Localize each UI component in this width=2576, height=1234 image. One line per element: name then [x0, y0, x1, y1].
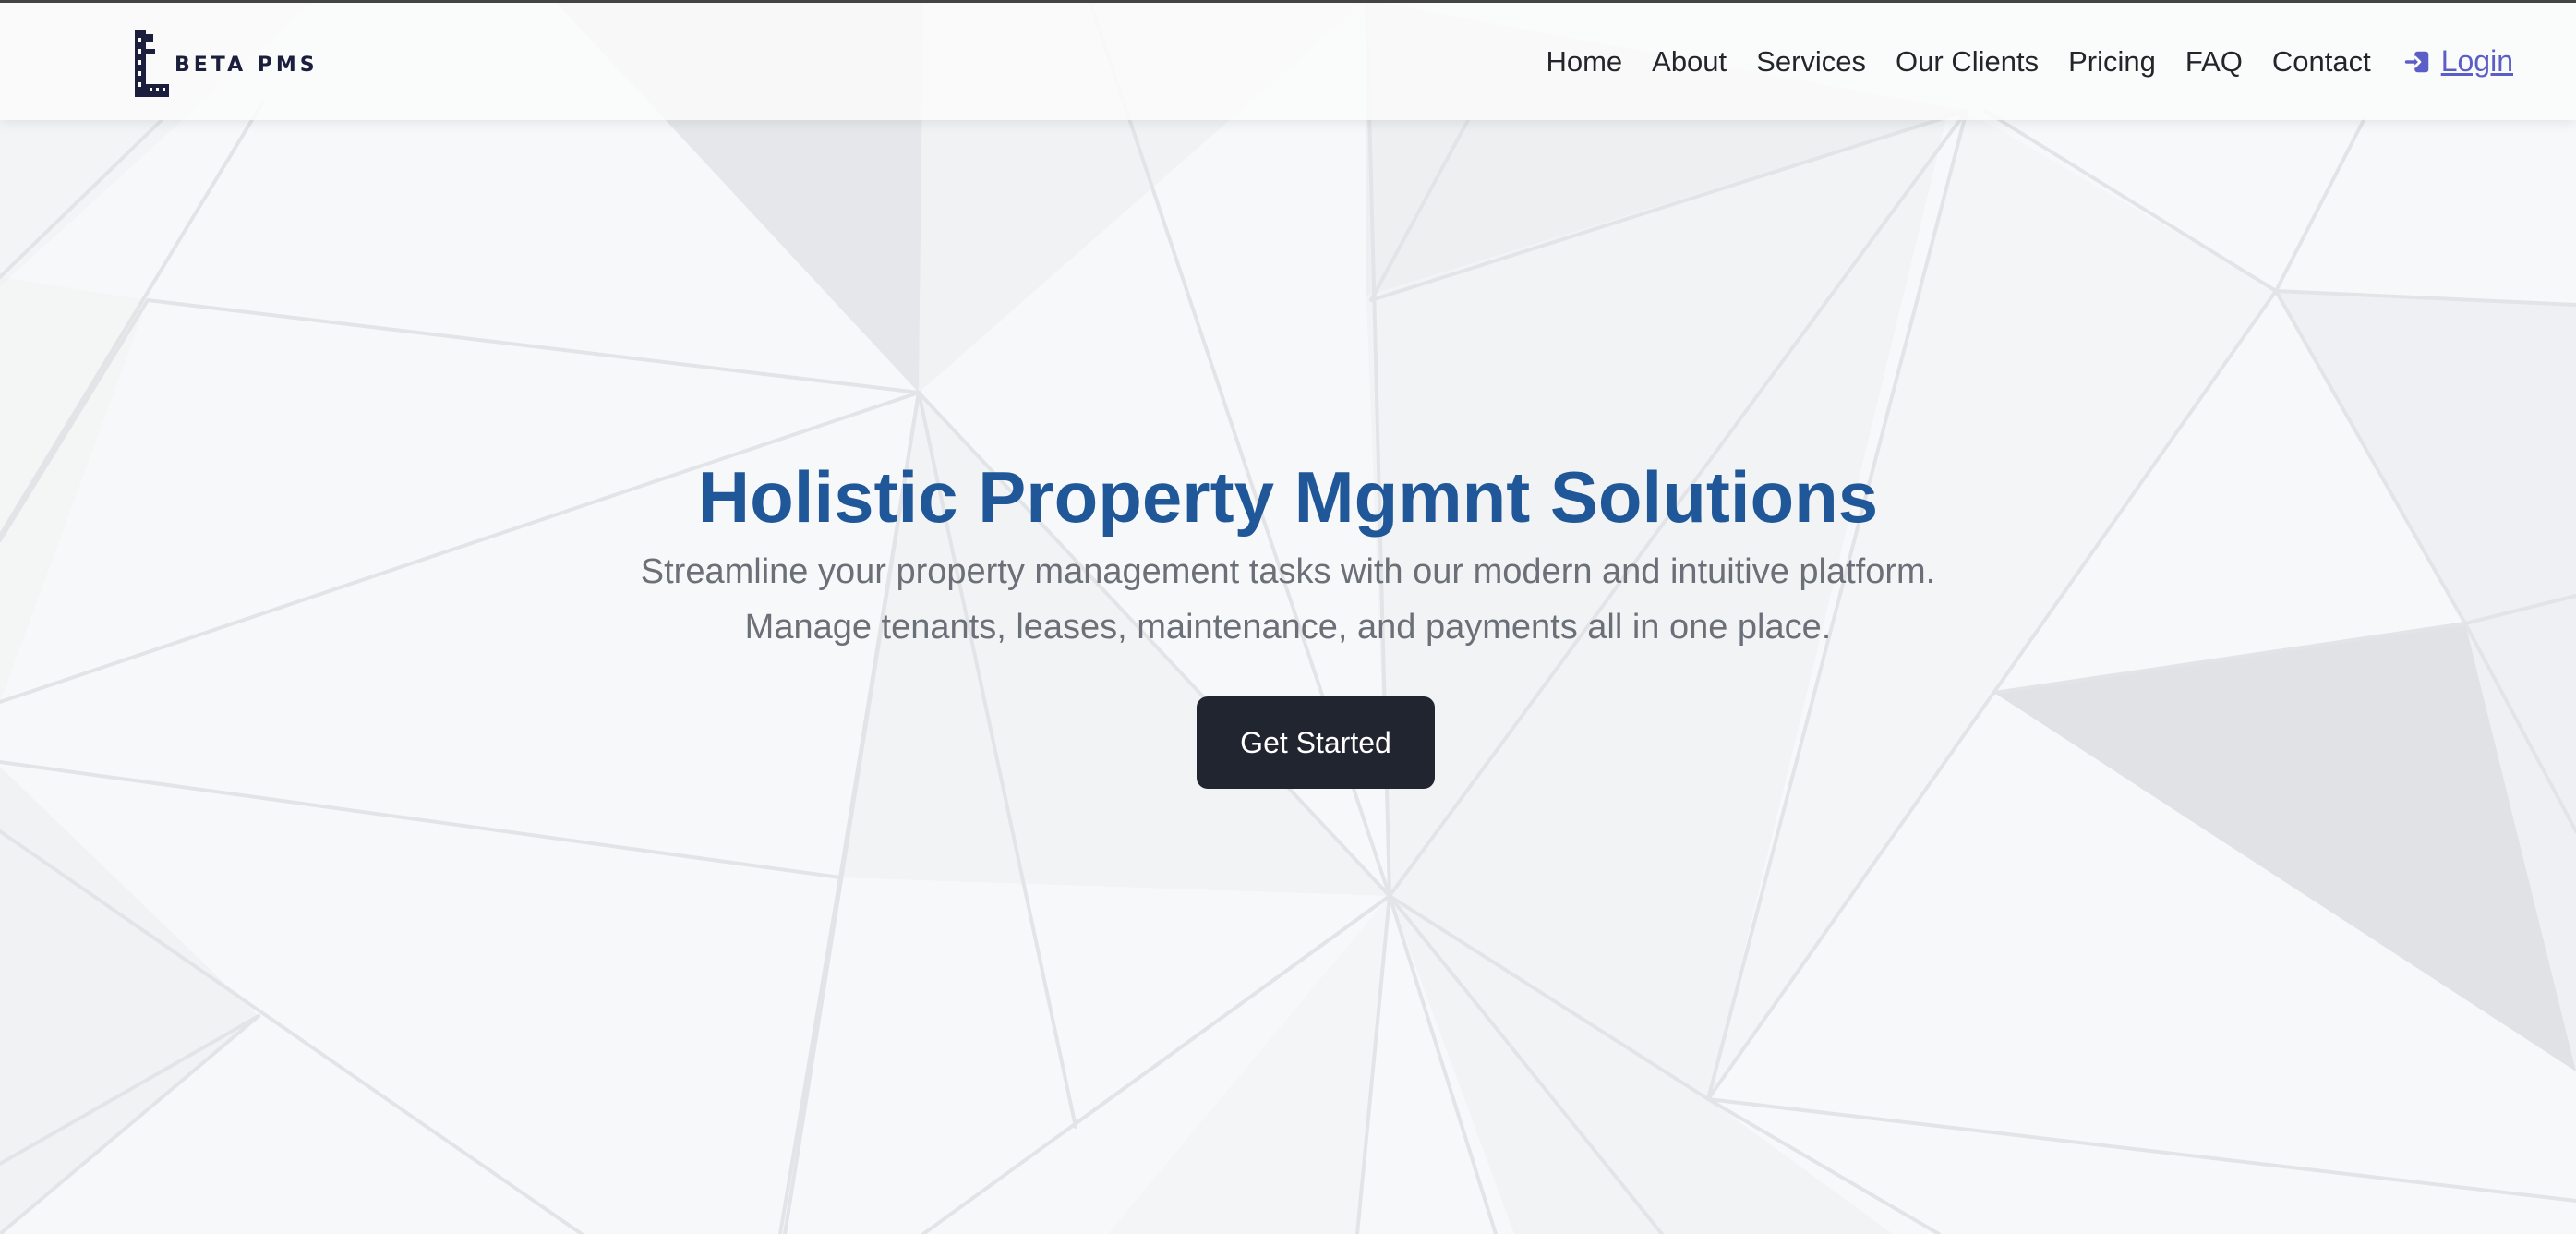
get-started-button[interactable]: Get Started [1197, 696, 1435, 789]
nav-link-about[interactable]: About [1652, 45, 1727, 79]
brand-logo[interactable]: BETA PMS [132, 25, 319, 99]
nav-link-contact[interactable]: Contact [2272, 45, 2371, 79]
login-link[interactable]: Login [2404, 44, 2513, 79]
nav-link-home[interactable]: Home [1546, 45, 1622, 79]
top-border [0, 0, 2576, 3]
nav-menu: Home About Services Our Clients Pricing … [1546, 3, 2576, 120]
login-label: Login [2440, 44, 2513, 78]
nav-link-pricing[interactable]: Pricing [2068, 45, 2156, 79]
hero-subtitle-line-2: Manage tenants, leases, maintenance, and… [744, 608, 1832, 647]
building-logo-icon [135, 30, 169, 97]
login-arrow-icon [2404, 51, 2428, 72]
hero-subtitle-line-1: Streamline your property management task… [640, 552, 1936, 591]
page: BETA PMS Home About Services Our Clients… [0, 0, 2576, 1234]
brand-name: BETA PMS [175, 53, 319, 77]
navbar: BETA PMS Home About Services Our Clients… [0, 3, 2576, 120]
hero-title: Holistic Property Mgmnt Solutions [697, 456, 1879, 538]
nav-link-our-clients[interactable]: Our Clients [1896, 45, 2039, 79]
nav-link-services[interactable]: Services [1756, 45, 1866, 79]
nav-link-faq[interactable]: FAQ [2185, 45, 2243, 79]
